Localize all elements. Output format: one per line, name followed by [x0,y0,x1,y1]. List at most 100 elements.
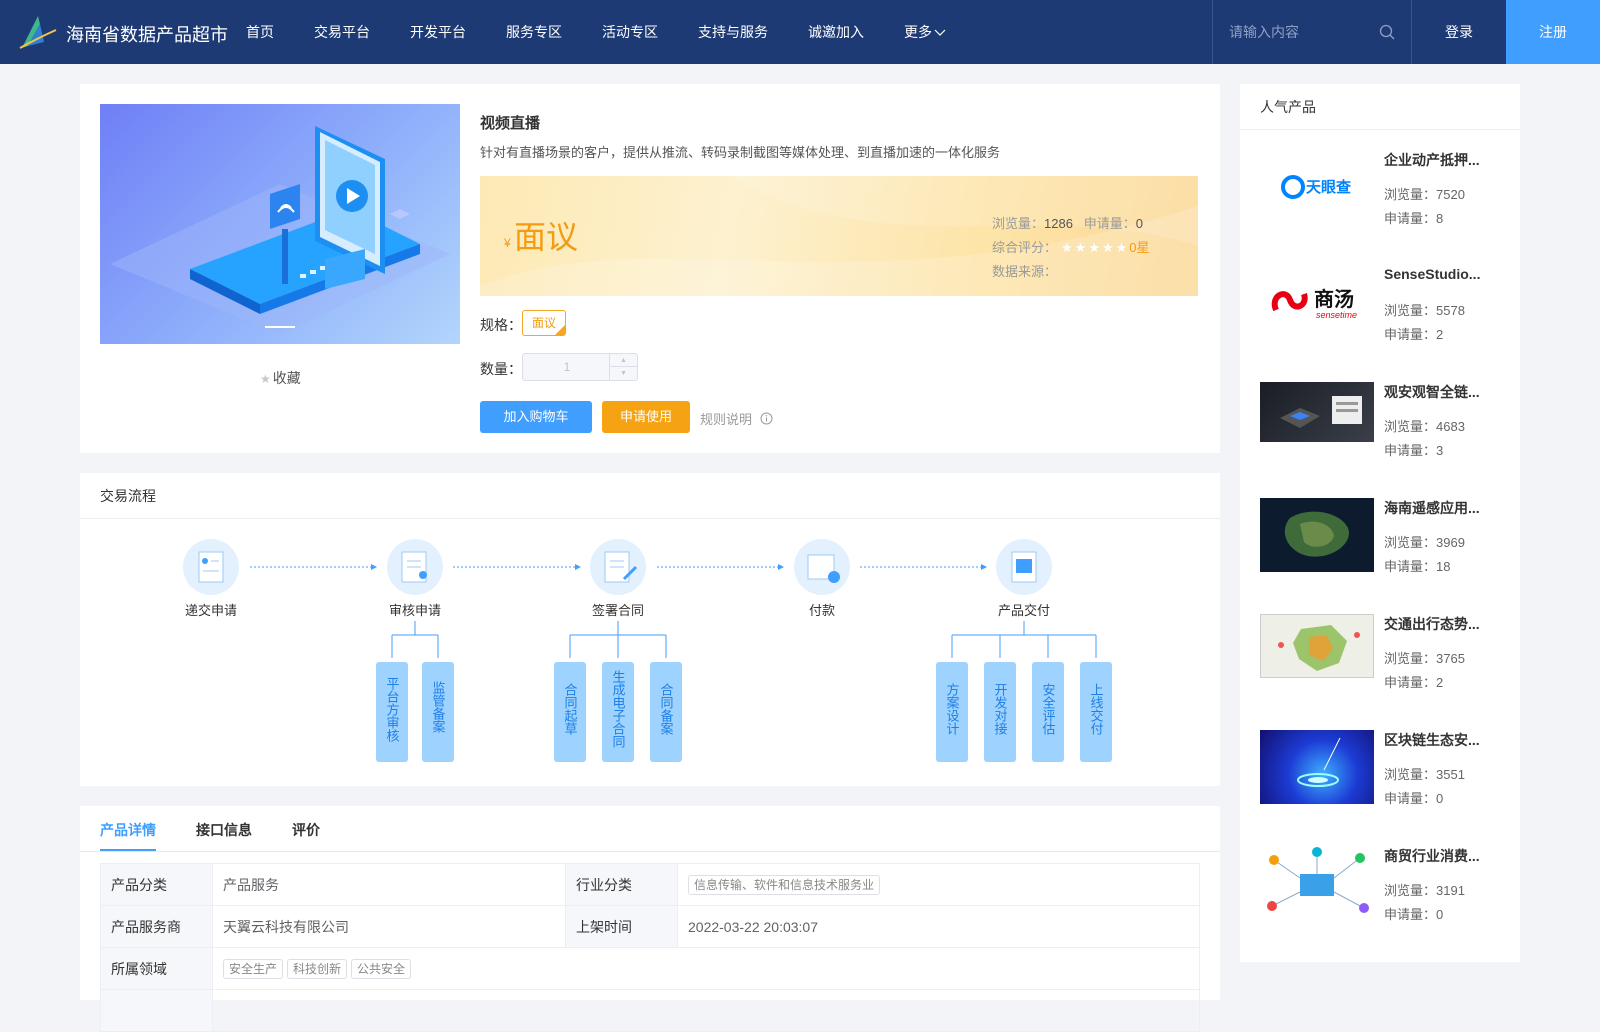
carousel-indicator[interactable] [265,326,295,328]
tianyancha-logo-text: 天眼查 [1306,178,1352,196]
applies-stat: 申请量：0 [1384,791,1444,806]
listed-time-label: 上架时间 [565,905,678,948]
step-contract-label: 签署合同 [592,603,644,618]
step-labels: 递交申请 审核申请 签署合同 付款 产品交付 [185,603,1050,618]
site-logo-icon[interactable] [18,12,58,52]
step-payment-label: 付款 [809,603,835,618]
views-stat: 浏览量：3969 [1384,535,1465,550]
dashboard-screenshot [1260,382,1374,442]
quantity-stepper: 1 ▲ ▼ [522,353,638,381]
tab-product-detail[interactable]: 产品详情 [100,820,156,840]
nav-home[interactable]: 首页 [246,22,274,42]
sensetime-cn-text: 商汤 [1314,287,1354,311]
list-item[interactable]: 海南遥感应用... 浏览量：3969 申请量：18 [1260,498,1510,598]
search-icon[interactable] [1379,24,1395,40]
nav-more[interactable]: 更多 [904,22,946,42]
list-item[interactable]: 商贸行业消费... 浏览量：3191 申请量：0 [1260,846,1510,946]
selected-check-icon [555,325,565,335]
flow-diagram: 平台方审核 监管备案 合同起草 生成电子合同 合同备案 方案设计 开发对接 安全… [183,539,1112,762]
phone-live-illustration [110,126,450,334]
substep-regulator-filing: 监管备案 [431,681,446,733]
nav-activity-zone[interactable]: 活动专区 [602,22,658,42]
satellite-map [1260,498,1374,572]
nav-trading-platform[interactable]: 交易平台 [314,22,370,42]
transaction-flow-card: 交易流程 平台方审核 监管备案 合同起草 生成电子合同 合同备案 方案设计 开发… [80,473,1220,786]
quantity-decrease-icon[interactable]: ▼ [609,367,637,380]
step-submit-label: 递交申请 [185,603,237,618]
product-detail-card: 产品详情 接口信息 评价 产品分类 产品服务 行业分类 信息传输、软件和信息技术… [80,806,1220,1032]
views-label: 浏览量： [992,216,1045,231]
category-value: 产品服务 [212,863,566,906]
favorite-label: 收藏 [272,370,301,386]
favorite-button[interactable]: ★ 收藏 [260,368,301,388]
product-description: 针对有直播场景的客户，提供从推流、转码录制截图等媒体处理、到直播加速的一体化服务 [480,145,1001,160]
product-image[interactable] [100,104,460,344]
table-row: 产品服务商 天翼云科技有限公司 上架时间 2022-03-22 20:03:07 [100,905,1200,948]
site-title[interactable]: 海南省数据产品超市 [66,21,228,47]
views-stat: 浏览量：3191 [1384,883,1465,898]
quantity-increase-icon[interactable]: ▲ [609,354,637,367]
chevron-down-icon [934,29,946,36]
flow-branches [391,621,1097,658]
domain-cell: 安全生产 科技创新 公共安全 [212,947,1200,990]
register-button[interactable]: 注册 [1506,0,1600,64]
step-delivery-label: 产品交付 [998,603,1050,618]
step-contract-icon [590,539,646,595]
substep-dev-integration: 开发对接 [993,683,1008,735]
applies-label: 申请量： [1083,216,1136,231]
info-icon [760,412,773,425]
domain-tag: 公共安全 [351,958,412,979]
flow-title: 交易流程 [80,473,1220,519]
table-row [100,989,1200,1032]
rules-link[interactable]: 规则说明 [700,409,773,428]
industry-tag: 信息传输、软件和信息技术服务业 [688,874,881,895]
rules-label: 规则说明 [700,412,753,427]
product-name: 商贸行业消费... [1384,848,1480,864]
search-input[interactable] [1229,24,1379,40]
quantity-input[interactable]: 1 [523,354,611,380]
applies-stat: 申请量：8 [1384,211,1444,226]
rating-text: 0星 [1129,240,1150,255]
main-nav: 首页 交易平台 开发平台 服务专区 活动专区 支持与服务 诚邀加入 更多 [246,0,946,64]
spec-option[interactable]: 面议 [522,310,566,336]
product-name: 观安观智全链... [1384,384,1480,400]
list-item[interactable]: 商汤 sensetime SenseStudio... 浏览量：5578 申请量：… [1260,266,1510,366]
list-item[interactable]: 交通出行态势... 浏览量：3765 申请量：2 [1260,614,1510,714]
applies-stat: 申请量：2 [1384,675,1444,690]
nav-service-zone[interactable]: 服务专区 [506,22,562,42]
rating-stars-icon: ★★★★★ [1061,240,1130,255]
views-stat: 浏览量：5578 [1384,303,1465,318]
login-button[interactable]: 登录 [1412,0,1506,64]
source-label: 数据来源： [992,264,1058,279]
step-review-label: 审核申请 [389,603,441,618]
list-item[interactable]: 区块链生态安... 浏览量：3551 申请量：0 [1260,730,1510,830]
star-icon: ★ [260,372,271,386]
applies-stat: 申请量：0 [1384,907,1444,922]
product-name: 企业动产抵押... [1384,152,1480,168]
tab-api-info[interactable]: 接口信息 [196,820,252,840]
views-count: 1286 [1044,216,1073,231]
domain-tag: 科技创新 [287,958,348,979]
substep-security-review: 安全评估 [1041,683,1056,735]
substep-go-live: 上线交付 [1089,683,1104,735]
apply-use-button[interactable]: 申请使用 [602,401,690,433]
nav-more-label: 更多 [904,24,932,40]
list-item[interactable]: 观安观智全链... 浏览量：4683 申请量：3 [1260,382,1510,482]
nav-support[interactable]: 支持与服务 [698,22,768,42]
nav-dev-platform[interactable]: 开发平台 [410,22,466,42]
category-label: 产品分类 [100,863,213,906]
add-to-cart-button[interactable]: 加入购物车 [480,401,592,433]
top-navigation-bar: 海南省数据产品超市 首页 交易平台 开发平台 服务专区 活动专区 支持与服务 诚… [0,0,1600,64]
nav-join-us[interactable]: 诚邀加入 [808,22,864,42]
tab-reviews[interactable]: 评价 [292,820,320,840]
detail-table: 产品分类 产品服务 行业分类 信息传输、软件和信息技术服务业 产品服务商 天翼云… [100,863,1200,1032]
domain-label: 所属领域 [100,947,213,990]
domain-tag: 安全生产 [223,958,284,979]
views-stat: 浏览量：7520 [1384,187,1465,202]
list-item[interactable]: 天眼查 企业动产抵押... 浏览量：7520 申请量：8 [1260,150,1510,250]
substep-solution-design: 方案设计 [945,682,960,735]
applies-count: 0 [1135,216,1144,231]
product-title: 视频直播 [480,115,541,132]
tianyancha-logo: 天眼查 [1260,150,1374,224]
industry-label: 行业分类 [565,863,678,906]
